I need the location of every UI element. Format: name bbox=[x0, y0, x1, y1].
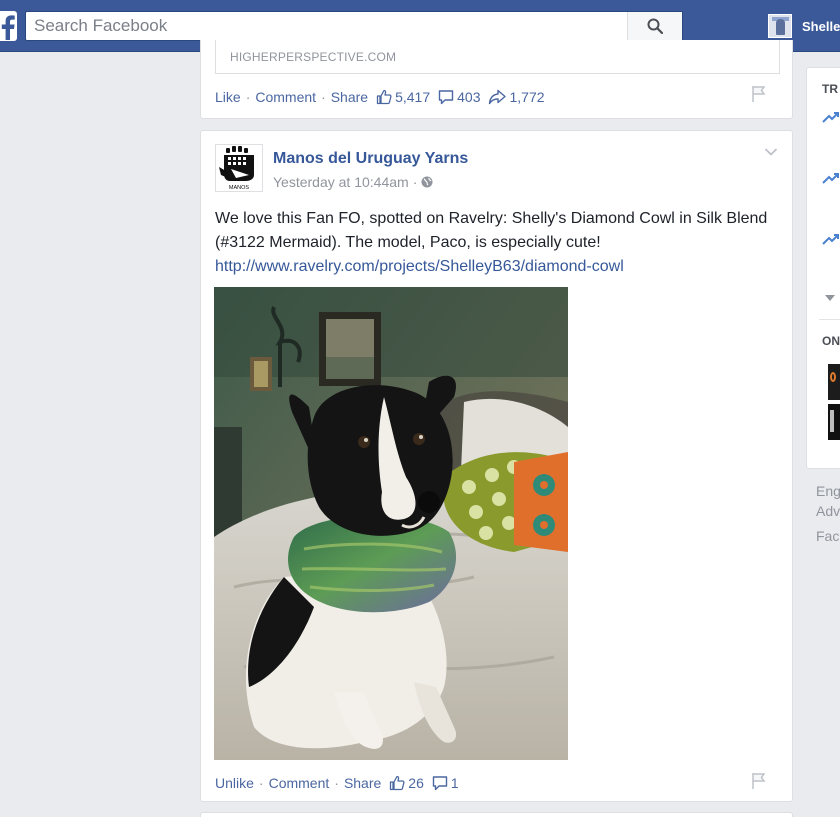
comment-bubble-icon bbox=[438, 90, 454, 105]
post-timestamp[interactable]: Yesterday at 10:44am bbox=[273, 174, 409, 190]
unlike-button[interactable]: Unlike bbox=[215, 775, 254, 791]
thumbs-up-icon bbox=[376, 89, 392, 105]
previous-post-card: HIGHERPERSPECTIVE.COM Like · Comment · S… bbox=[200, 40, 793, 119]
footer-link-language[interactable]: Eng bbox=[816, 483, 840, 499]
share-button[interactable]: Share bbox=[344, 775, 381, 791]
comment-button[interactable]: Comment bbox=[269, 775, 330, 791]
search-button[interactable] bbox=[627, 12, 682, 40]
shares-count[interactable]: 1,772 bbox=[488, 89, 545, 105]
post-meta: Yesterday at 10:44am · bbox=[273, 174, 433, 190]
comment-button[interactable]: Comment bbox=[255, 89, 316, 105]
search-input[interactable] bbox=[26, 12, 628, 40]
link-preview[interactable]: HIGHERPERSPECTIVE.COM bbox=[215, 40, 780, 74]
likes-count[interactable]: 5,417 bbox=[376, 89, 430, 105]
share-button[interactable]: Share bbox=[331, 89, 368, 105]
manos-logo-icon: MANOS bbox=[219, 146, 254, 191]
like-button[interactable]: Like bbox=[215, 89, 241, 105]
likes-count[interactable]: 26 bbox=[389, 775, 424, 791]
trending-heading: TR bbox=[822, 82, 838, 96]
page-avatar[interactable]: MANOS bbox=[215, 144, 263, 192]
comments-count[interactable]: 1 bbox=[432, 775, 459, 791]
sponsored-thumbnail[interactable] bbox=[828, 404, 840, 440]
sponsored-thumbnail[interactable] bbox=[828, 364, 840, 400]
svg-text:MANOS: MANOS bbox=[229, 185, 250, 191]
footer-link-facebook[interactable]: Fac bbox=[816, 528, 839, 544]
share-arrow-icon bbox=[489, 89, 507, 105]
see-more-chevron-icon[interactable] bbox=[825, 295, 835, 302]
search-box bbox=[25, 11, 683, 41]
avatar bbox=[768, 14, 792, 38]
post-link[interactable]: http://www.ravelry.com/projects/ShelleyB… bbox=[215, 255, 624, 279]
comments-count[interactable]: 403 bbox=[438, 89, 480, 105]
post-photo[interactable] bbox=[214, 287, 568, 760]
flag-icon[interactable] bbox=[750, 772, 768, 790]
footer-link-advertising[interactable]: Adv bbox=[816, 503, 840, 519]
facebook-logo-icon[interactable] bbox=[0, 11, 17, 41]
dog-in-cowl-photo bbox=[214, 287, 568, 760]
post-actions: Unlike · Comment · Share 26 1 bbox=[215, 775, 459, 791]
trending-arrow-icon[interactable] bbox=[822, 171, 840, 185]
user-name: Shelle bbox=[802, 18, 840, 34]
globe-icon[interactable] bbox=[421, 176, 433, 188]
profile-link[interactable]: Shelle bbox=[768, 12, 840, 40]
flag-icon[interactable] bbox=[750, 85, 768, 103]
page-name-link[interactable]: Manos del Uruguay Yarns bbox=[273, 150, 468, 168]
trending-panel: TR ON bbox=[806, 67, 840, 469]
previous-post-actions: Like · Comment · Share 5,417 403 1,772 bbox=[215, 89, 545, 105]
post-text: We love this Fan FO, spotted on Ravelry:… bbox=[215, 210, 768, 251]
post-options-chevron-icon[interactable] bbox=[764, 147, 778, 157]
trending-arrow-icon[interactable] bbox=[822, 110, 840, 124]
post-card: MANOS Manos del Uruguay Yarns Yesterday … bbox=[200, 130, 793, 802]
trending-arrow-icon[interactable] bbox=[822, 232, 840, 246]
thumbs-up-icon bbox=[390, 775, 405, 791]
online-heading: ON bbox=[822, 334, 840, 348]
next-post-card bbox=[200, 812, 793, 817]
comment-bubble-icon bbox=[432, 776, 448, 791]
search-icon bbox=[647, 18, 663, 34]
link-domain: HIGHERPERSPECTIVE.COM bbox=[230, 50, 397, 64]
